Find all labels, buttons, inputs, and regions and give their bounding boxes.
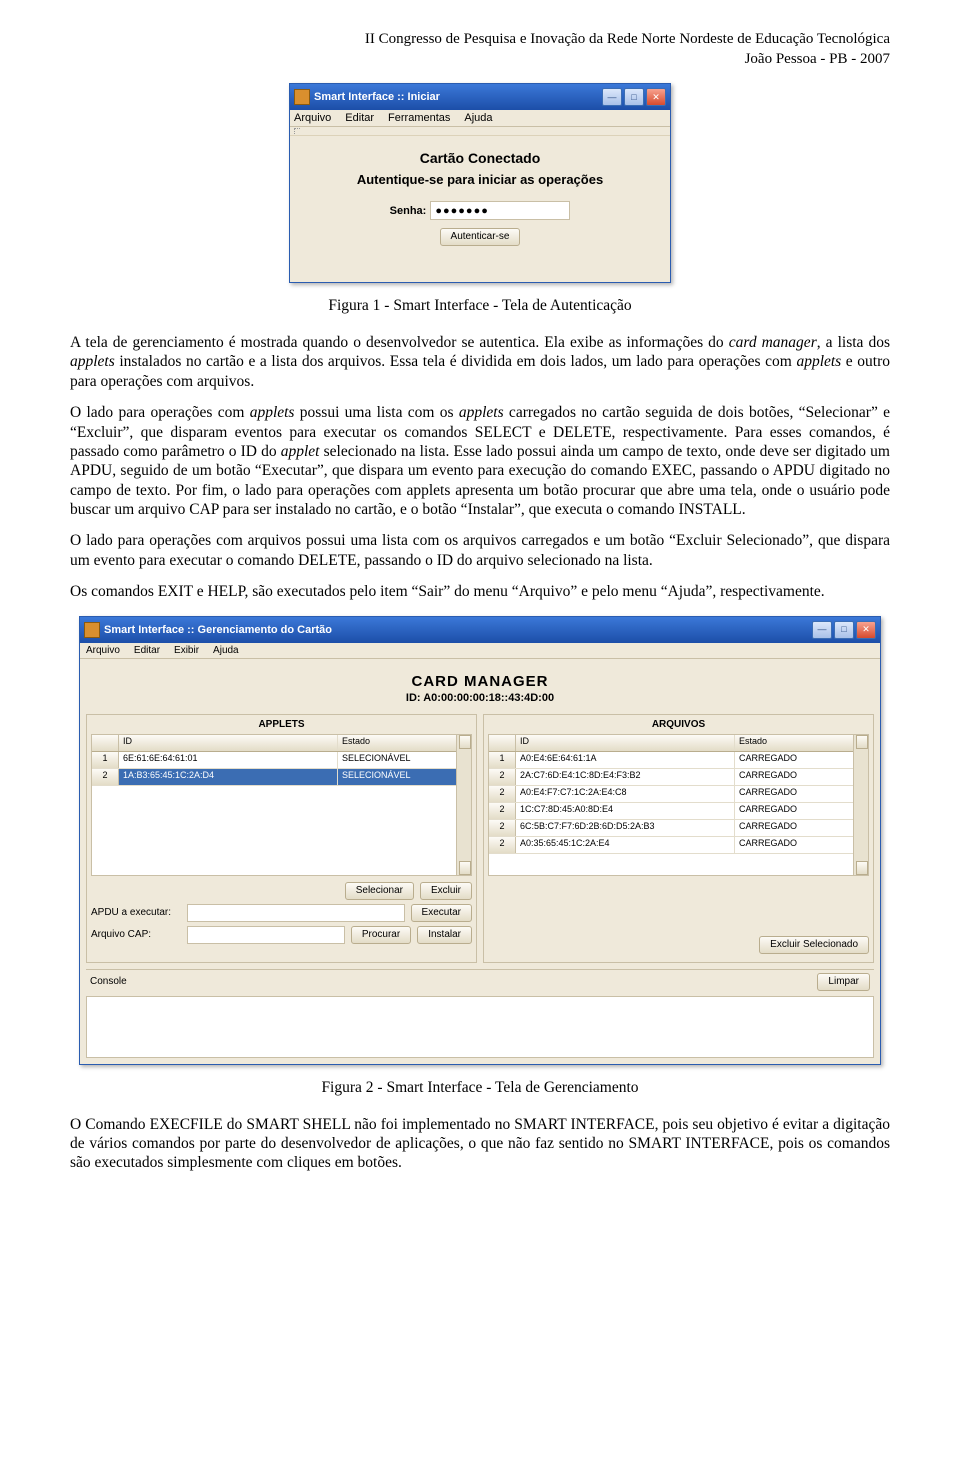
manager-window: Smart Interface :: Gerenciamento do Cart… — [79, 616, 881, 1065]
excluir-button[interactable]: Excluir — [420, 882, 472, 900]
table-row[interactable]: 2 2A:C7:6D:E4:1C:8D:E4:F3:B2 CARREGADO — [489, 769, 853, 786]
menu-editar[interactable]: Editar — [134, 645, 160, 656]
col-num — [489, 735, 516, 751]
table-row[interactable]: 1 6E:61:6E:64:61:01 SELECIONÁVEL — [92, 752, 456, 769]
applets-panel: APPLETS ID Estado 1 6E:61:6E:6 — [86, 714, 477, 963]
figure1-caption: Figura 1 - Smart Interface - Tela de Aut… — [70, 297, 890, 315]
menu-ajuda[interactable]: Ajuda — [213, 645, 239, 656]
paragraph-2: O lado para operações com applets possui… — [70, 403, 890, 519]
figure2-caption: Figura 2 - Smart Interface - Tela de Ger… — [70, 1079, 890, 1097]
auth-heading-2: Autentique-se para iniciar as operações — [302, 172, 658, 187]
table-row[interactable]: 2 A0:35:65:45:1C:2A:E4 CARREGADO — [489, 837, 853, 854]
password-input[interactable] — [430, 201, 570, 220]
close-button[interactable]: ✕ — [646, 88, 666, 106]
mgr-titlebar: Smart Interface :: Gerenciamento do Cart… — [80, 617, 880, 643]
col-id: ID — [119, 735, 338, 751]
applets-panel-title: APPLETS — [91, 719, 472, 730]
selecionar-button[interactable]: Selecionar — [345, 882, 414, 900]
menu-ajuda[interactable]: Ajuda — [464, 112, 492, 124]
apdu-input[interactable] — [187, 904, 405, 922]
auth-window-title: Smart Interface :: Iniciar — [314, 91, 602, 103]
menu-exibir[interactable]: Exibir — [174, 645, 199, 656]
toolbar-grip — [290, 127, 670, 136]
menu-editar[interactable]: Editar — [345, 112, 374, 124]
instalar-button[interactable]: Instalar — [417, 926, 472, 944]
maximize-button[interactable]: □ — [834, 621, 854, 639]
cap-input[interactable] — [187, 926, 345, 944]
auth-menubar: Arquivo Editar Ferramentas Ajuda — [290, 110, 670, 127]
app-icon — [294, 89, 310, 105]
table-row[interactable]: 1 A0:E4:6E:64:61:1A CARREGADO — [489, 752, 853, 769]
applets-grid[interactable]: ID Estado 1 6E:61:6E:64:61:01 SELECIONÁV… — [91, 734, 472, 876]
minimize-button[interactable]: — — [602, 88, 622, 106]
card-manager-id: ID: A0:00:00:00:18::43:4D:00 — [86, 692, 874, 704]
menu-arquivo[interactable]: Arquivo — [294, 112, 331, 124]
col-id: ID — [516, 735, 735, 751]
table-row[interactable]: 2 6C:5B:C7:F7:6D:2B:6D:D5:2A:B3 CARREGAD… — [489, 820, 853, 837]
executar-button[interactable]: Executar — [411, 904, 472, 922]
paragraph-1: A tela de gerenciamento é mostrada quand… — [70, 333, 890, 391]
app-icon — [84, 622, 100, 638]
arquivos-grid[interactable]: ID Estado 1 A0:E4:6E:64:61:1A CARREGADO … — [488, 734, 869, 876]
paragraph-4: Os comandos EXIT e HELP, são executados … — [70, 582, 890, 601]
scrollbar[interactable] — [853, 735, 868, 875]
auth-titlebar: Smart Interface :: Iniciar — □ ✕ — [290, 84, 670, 110]
scrollbar[interactable] — [456, 735, 471, 875]
password-label: Senha: — [390, 205, 427, 217]
menu-arquivo[interactable]: Arquivo — [86, 645, 120, 656]
conference-header: II Congresso de Pesquisa e Inovação da R… — [70, 30, 890, 69]
menu-ferramentas[interactable]: Ferramentas — [388, 112, 450, 124]
conf-line1: II Congresso de Pesquisa e Inovação da R… — [70, 30, 890, 50]
arquivos-panel: ARQUIVOS ID Estado 1 A0:E4:6E: — [483, 714, 874, 963]
console-label: Console — [90, 976, 127, 987]
table-row[interactable]: 2 1A:B3:65:45:1C:2A:D4 SELECIONÁVEL — [92, 769, 456, 786]
col-estado: Estado — [338, 735, 456, 751]
table-row[interactable]: 2 A0:E4:F7:C7:1C:2A:E4:C8 CARREGADO — [489, 786, 853, 803]
cap-label: Arquivo CAP: — [91, 929, 181, 940]
auth-heading-1: Cartão Conectado — [302, 150, 658, 166]
arquivos-panel-title: ARQUIVOS — [488, 719, 869, 730]
card-manager-title: CARD MANAGER — [86, 673, 874, 690]
table-row[interactable]: 2 1C:C7:8D:45:A0:8D:E4 CARREGADO — [489, 803, 853, 820]
auth-window: Smart Interface :: Iniciar — □ ✕ Arquivo… — [289, 83, 671, 283]
apdu-label: APDU a executar: — [91, 907, 181, 918]
paragraph-final: O Comando EXECFILE do SMART SHELL não fo… — [70, 1115, 890, 1173]
maximize-button[interactable]: □ — [624, 88, 644, 106]
col-num — [92, 735, 119, 751]
conf-line2: João Pessoa - PB - 2007 — [70, 50, 890, 70]
authenticate-button[interactable]: Autenticar-se — [440, 228, 521, 246]
console-output — [86, 996, 874, 1058]
mgr-menubar: Arquivo Editar Exibir Ajuda — [80, 643, 880, 659]
excluir-selecionado-button[interactable]: Excluir Selecionado — [759, 936, 869, 954]
close-button[interactable]: ✕ — [856, 621, 876, 639]
minimize-button[interactable]: — — [812, 621, 832, 639]
limpar-button[interactable]: Limpar — [817, 973, 870, 991]
col-estado: Estado — [735, 735, 853, 751]
paragraph-3: O lado para operações com arquivos possu… — [70, 531, 890, 570]
procurar-button[interactable]: Procurar — [351, 926, 411, 944]
mgr-window-title: Smart Interface :: Gerenciamento do Cart… — [104, 624, 812, 636]
